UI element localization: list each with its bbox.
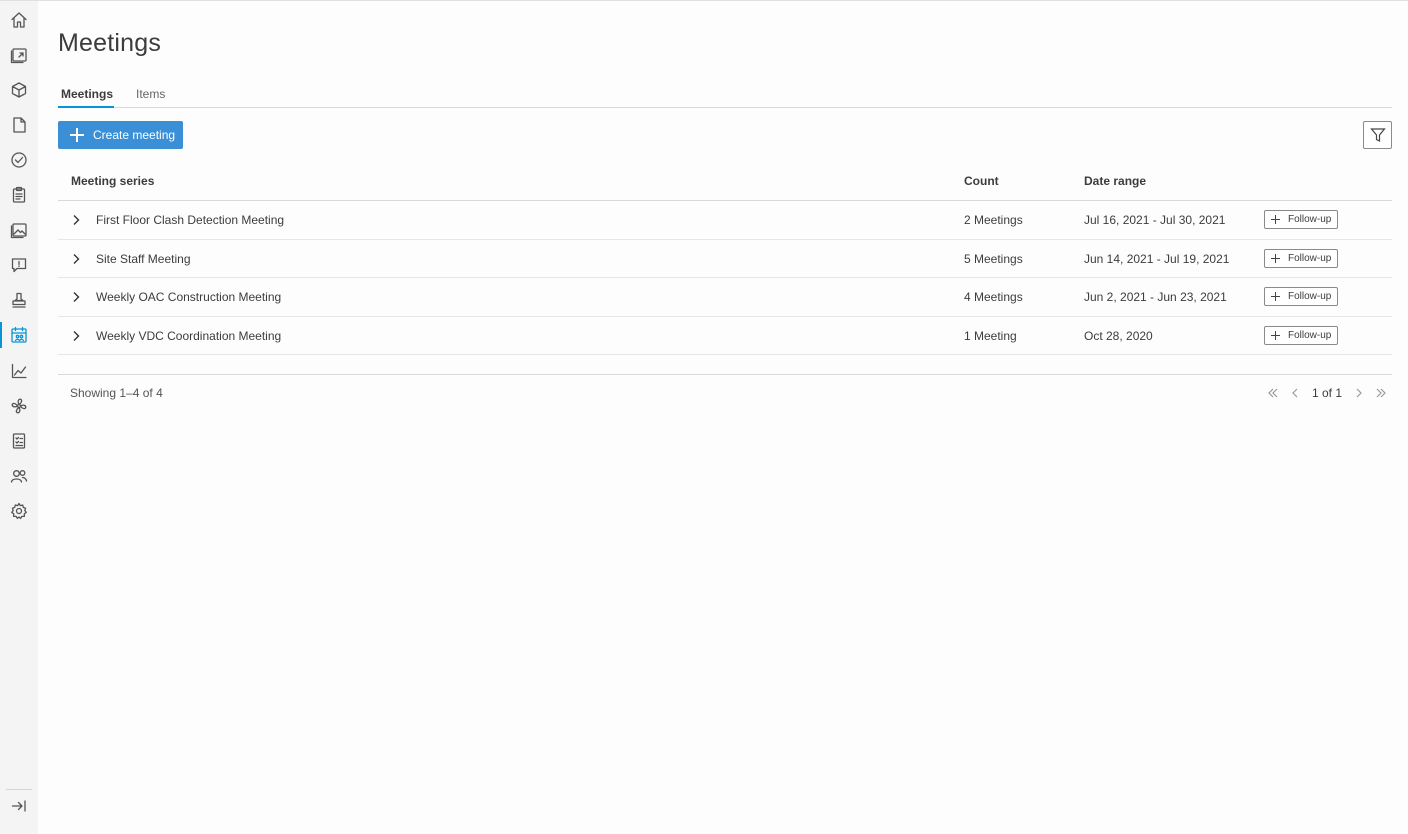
meeting-series-table: Meeting series Count Date range First Fl… [58, 163, 1392, 375]
last-page-icon[interactable] [1370, 383, 1392, 403]
follow-up-label: Follow-up [1288, 252, 1332, 264]
check-circle-icon[interactable] [0, 143, 38, 177]
pagination: 1 of 1 [1262, 383, 1392, 403]
create-meeting-label: Create meeting [93, 128, 176, 142]
chevron-right-icon[interactable] [71, 330, 81, 342]
plus-icon [1271, 253, 1280, 263]
tab-meetings[interactable]: Meetings [58, 85, 114, 108]
filter-button[interactable] [1363, 121, 1392, 149]
tab-bar: Meetings Items [58, 85, 1392, 108]
rfi-chat-icon[interactable] [0, 248, 38, 282]
follow-up-button[interactable]: Follow-up [1264, 287, 1338, 306]
table-row[interactable]: Weekly OAC Construction Meeting 4 Meetin… [58, 278, 1392, 317]
table-footer: Showing 1–4 of 4 1 of 1 [58, 373, 1392, 413]
plus-icon [70, 128, 84, 142]
create-meeting-button[interactable]: Create meeting [58, 121, 183, 149]
follow-up-label: Follow-up [1288, 291, 1332, 302]
next-page-icon[interactable] [1348, 383, 1370, 403]
clipboard-icon[interactable] [0, 178, 38, 212]
plus-icon [1271, 215, 1280, 224]
page-title: Meetings [58, 29, 162, 57]
meeting-date-range: Oct 28, 2020 [1084, 328, 1153, 343]
collapse-arrow-icon[interactable] [0, 789, 38, 823]
forms-icon[interactable] [0, 424, 38, 458]
table-row[interactable]: Site Staff Meeting 5 Meetings Jun 14, 20… [58, 240, 1392, 278]
meeting-series-name: First Floor Clash Detection Meeting [96, 213, 285, 227]
meeting-count: 4 Meetings [964, 290, 1023, 304]
meeting-series-name: Weekly VDC Coordination Meeting [96, 328, 282, 343]
plus-icon [1271, 292, 1280, 301]
meeting-count: 2 Meetings [964, 213, 1023, 227]
insight-chart-icon[interactable] [0, 354, 38, 388]
left-sidebar [0, 0, 38, 834]
model-cube-icon[interactable] [0, 73, 38, 107]
settings-gear-icon[interactable] [0, 494, 38, 528]
plus-icon [1271, 330, 1280, 340]
meeting-date-range: Jun 2, 2021 - Jun 23, 2021 [1084, 290, 1227, 304]
meeting-count: 5 Meetings [964, 251, 1023, 266]
meeting-series-name: Site Staff Meeting [96, 251, 191, 266]
first-page-icon[interactable] [1262, 383, 1284, 403]
column-header-date-range[interactable]: Date range [1084, 174, 1146, 188]
photos-icon[interactable] [0, 213, 38, 247]
home-icon[interactable] [0, 3, 38, 37]
column-header-series[interactable]: Meeting series [71, 174, 154, 188]
chevron-right-icon[interactable] [71, 214, 81, 226]
follow-up-button[interactable]: Follow-up [1264, 325, 1338, 345]
meeting-date-range: Jul 16, 2021 - Jul 30, 2021 [1084, 213, 1226, 227]
tab-items[interactable]: Items [133, 85, 168, 108]
meeting-series-name: Weekly OAC Construction Meeting [96, 290, 282, 304]
main-content: Meetings Meetings Items Create meeting M… [38, 0, 1408, 834]
follow-up-label: Follow-up [1288, 214, 1332, 225]
showing-count: Showing 1–4 of 4 [70, 386, 163, 400]
members-icon[interactable] [0, 459, 38, 493]
table-header: Meeting series Count Date range [58, 163, 1392, 201]
column-header-count[interactable]: Count [964, 174, 999, 188]
document-icon[interactable] [0, 108, 38, 142]
chevron-right-icon[interactable] [71, 253, 81, 265]
follow-up-button[interactable]: Follow-up [1264, 210, 1338, 229]
table-end-divider [58, 355, 1392, 375]
meeting-date-range: Jun 14, 2021 - Jul 19, 2021 [1084, 251, 1230, 266]
chevron-right-icon[interactable] [71, 291, 81, 303]
table-row[interactable]: First Floor Clash Detection Meeting 2 Me… [58, 201, 1392, 240]
meeting-count: 1 Meeting [964, 328, 1017, 343]
follow-up-button[interactable]: Follow-up [1264, 248, 1338, 268]
filter-icon [1369, 128, 1386, 142]
meetings-calendar-icon[interactable] [0, 318, 38, 352]
previous-page-icon[interactable] [1284, 383, 1306, 403]
follow-up-label: Follow-up [1288, 329, 1332, 341]
fan-icon[interactable] [0, 389, 38, 423]
stamp-icon[interactable] [0, 283, 38, 317]
page-info: 1 of 1 [1311, 386, 1342, 400]
table-row[interactable]: Weekly VDC Coordination Meeting 1 Meetin… [58, 317, 1392, 355]
sheets-icon[interactable] [0, 38, 38, 72]
